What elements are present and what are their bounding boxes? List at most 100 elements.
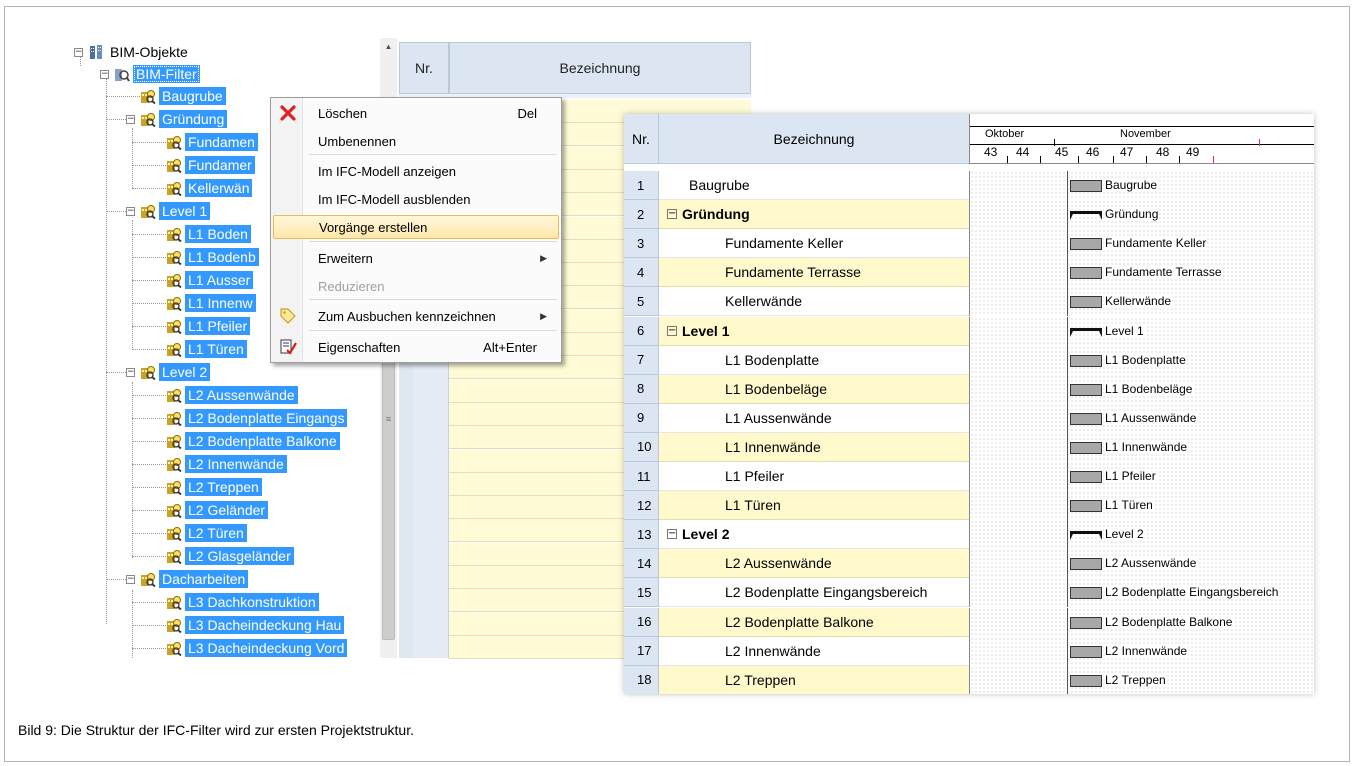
- back-bez-header[interactable]: Bezeichnung: [449, 42, 751, 94]
- collapse-toggle-icon[interactable]: −: [126, 206, 135, 216]
- tree-node-item[interactable]: L1 Bodenb: [132, 247, 259, 267]
- tree-node-item[interactable]: L1 Türen: [132, 339, 247, 359]
- tree-node-item[interactable]: L2 Türen: [132, 523, 247, 543]
- gantt-row-number[interactable]: 18: [624, 665, 659, 694]
- gantt-row[interactable]: 6− Level 1 Level 1: [624, 316, 1314, 346]
- gantt-row-name[interactable]: − Level 1: [659, 316, 969, 346]
- tree-node-item[interactable]: L2 Bodenplatte Balkone: [132, 431, 340, 451]
- summary-collapse-icon[interactable]: −: [667, 529, 677, 540]
- tree-node-item[interactable]: L2 Glasgeländer: [132, 546, 294, 566]
- gantt-row[interactable]: 14 L2 Aussenwände L2 Aussenwände: [624, 549, 1314, 579]
- gantt-row-number[interactable]: 4: [624, 258, 659, 288]
- tree-node-item[interactable]: L3 Dachkonstruktion: [132, 592, 319, 612]
- gantt-row-number[interactable]: 14: [624, 549, 659, 579]
- gantt-task-bar[interactable]: [1070, 296, 1102, 309]
- gantt-row[interactable]: 17 L2 Innenwände L2 Innenwände: [624, 636, 1314, 666]
- collapse-toggle-icon[interactable]: −: [126, 367, 135, 377]
- collapse-toggle-icon[interactable]: −: [126, 574, 135, 584]
- tree-node-item[interactable]: Kellerwän: [132, 178, 253, 198]
- gantt-task-bar[interactable]: [1070, 267, 1102, 280]
- gantt-row[interactable]: 16 L2 Bodenplatte Balkone L2 Bodenplatte B…: [624, 607, 1314, 637]
- gantt-row-name[interactable]: Fundamente Keller: [659, 229, 969, 259]
- collapse-toggle-icon[interactable]: −: [126, 114, 135, 124]
- gantt-row[interactable]: 13− Level 2 Level 2: [624, 520, 1314, 550]
- gantt-row[interactable]: 4 Fundamente Terrasse Fundamente Terrasse: [624, 258, 1314, 288]
- tree-node-item[interactable]: L1 Boden: [132, 224, 251, 244]
- gantt-row[interactable]: 11 L1 Pfeiler L1 Pfeiler: [624, 462, 1314, 491]
- gantt-row-name[interactable]: − Level 2: [659, 520, 969, 550]
- menu-item[interactable]: Vorgänge erstellen: [273, 215, 559, 239]
- menu-item[interactable]: Im IFC-Modell anzeigen: [273, 159, 559, 183]
- gantt-row[interactable]: 2− Gründung Gründung: [624, 200, 1314, 230]
- gantt-row-number[interactable]: 8: [624, 374, 659, 404]
- back-nr-header[interactable]: Nr.: [399, 42, 449, 94]
- gantt-row[interactable]: 18 L2 Treppen L2 Treppen: [624, 665, 1314, 694]
- gantt-row-number[interactable]: 9: [624, 403, 659, 433]
- gantt-row[interactable]: 5 Kellerwände Kellerwände: [624, 287, 1314, 317]
- gantt-bez-header[interactable]: Bezeichnung: [659, 114, 969, 164]
- gantt-row[interactable]: 8 L1 Bodenbeläge L1 Bodenbeläge: [624, 374, 1314, 404]
- gantt-row[interactable]: 7 L1 Bodenplatte L1 Bodenplatte: [624, 345, 1314, 375]
- gantt-row-name[interactable]: Fundamente Terrasse: [659, 258, 969, 288]
- collapse-toggle-icon[interactable]: −: [100, 69, 109, 79]
- gantt-row[interactable]: 3 Fundamente Keller Fundamente Keller: [624, 229, 1314, 259]
- gantt-row-number[interactable]: 13: [624, 520, 659, 550]
- gantt-row-number[interactable]: 16: [624, 607, 659, 637]
- tree-node-item[interactable]: L2 Geländer: [132, 500, 269, 520]
- gantt-row-number[interactable]: 12: [624, 491, 659, 521]
- tree-node-item[interactable]: L1 Ausser: [132, 270, 254, 290]
- gantt-row-name[interactable]: L2 Treppen: [659, 665, 969, 694]
- gantt-task-bar[interactable]: [1070, 354, 1102, 367]
- tree-node-item[interactable]: L2 Treppen: [132, 477, 262, 497]
- gantt-row[interactable]: 12 L1 Türen L1 Türen: [624, 491, 1314, 521]
- gantt-task-bar[interactable]: [1070, 471, 1102, 483]
- gantt-row-number[interactable]: 3: [624, 229, 659, 259]
- collapse-toggle-icon[interactable]: −: [74, 47, 83, 57]
- gantt-task-bar[interactable]: [1070, 558, 1102, 571]
- gantt-row-name[interactable]: − Gründung: [659, 200, 969, 230]
- tree-node-item[interactable]: − Level 2: [106, 362, 211, 382]
- summary-collapse-icon[interactable]: −: [667, 209, 677, 220]
- gantt-row-name[interactable]: L2 Bodenplatte Balkone: [659, 607, 969, 637]
- gantt-task-bar[interactable]: [1070, 441, 1102, 454]
- gantt-row[interactable]: 1 Baugrube Baugrube: [624, 171, 1314, 200]
- gantt-row-name[interactable]: L1 Innenwände: [659, 432, 969, 462]
- gantt-task-bar[interactable]: [1070, 500, 1102, 513]
- menu-item[interactable]: Löschen Del: [273, 101, 559, 125]
- menu-item[interactable]: Erweitern ▶: [273, 246, 559, 270]
- gantt-row-name[interactable]: L1 Bodenplatte: [659, 345, 969, 375]
- gantt-row[interactable]: 15 L2 Bodenplatte Eingangsbereich L2 Boden…: [624, 578, 1314, 608]
- gantt-row-number[interactable]: 17: [624, 636, 659, 666]
- gantt-row-number[interactable]: 7: [624, 345, 659, 375]
- gantt-row-name[interactable]: Kellerwände: [659, 287, 969, 317]
- gantt-row-number[interactable]: 1: [624, 171, 659, 200]
- tree-node-item[interactable]: Baugrube: [106, 86, 226, 106]
- gantt-row-name[interactable]: L2 Innenwände: [659, 636, 969, 666]
- gantt-row-name[interactable]: L2 Bodenplatte Eingangsbereich: [659, 578, 969, 608]
- tree-node-item[interactable]: Fundamen: [132, 132, 258, 152]
- tree-node-item[interactable]: − Level 1: [106, 201, 211, 221]
- gantt-task-bar[interactable]: [1070, 412, 1102, 425]
- gantt-row-name[interactable]: L1 Pfeiler: [659, 462, 969, 491]
- gantt-row-name[interactable]: L1 Bodenbeläge: [659, 374, 969, 404]
- gantt-row-name[interactable]: Baugrube: [659, 171, 969, 200]
- summary-collapse-icon[interactable]: −: [667, 325, 677, 336]
- tree-node-item[interactable]: − Gründung: [106, 109, 228, 129]
- gantt-row-number[interactable]: 5: [624, 287, 659, 317]
- tree-node-item[interactable]: L3 Dacheindeckung Hau: [132, 615, 345, 635]
- gantt-task-bar[interactable]: [1070, 180, 1102, 192]
- tree-node-item[interactable]: L2 Bodenplatte Eingangs: [132, 408, 348, 428]
- tree-node-item[interactable]: − Dacharbeiten: [106, 569, 249, 589]
- gantt-row-number[interactable]: 11: [624, 462, 659, 491]
- gantt-summary-bar[interactable]: [1070, 529, 1102, 541]
- menu-item[interactable]: Umbenennen: [273, 129, 559, 153]
- gantt-row-name[interactable]: L1 Aussenwände: [659, 403, 969, 433]
- menu-item[interactable]: Eigenschaften Alt+Enter: [273, 335, 559, 359]
- gantt-task-bar[interactable]: [1070, 616, 1102, 629]
- tree-root[interactable]: − BIM-Objekte: [74, 42, 191, 62]
- gantt-task-bar[interactable]: [1070, 674, 1102, 687]
- gantt-task-bar[interactable]: [1070, 645, 1102, 658]
- tree-node-item[interactable]: L1 Innenw: [132, 293, 256, 313]
- gantt-task-bar[interactable]: [1070, 587, 1102, 600]
- gantt-row-number[interactable]: 10: [624, 432, 659, 462]
